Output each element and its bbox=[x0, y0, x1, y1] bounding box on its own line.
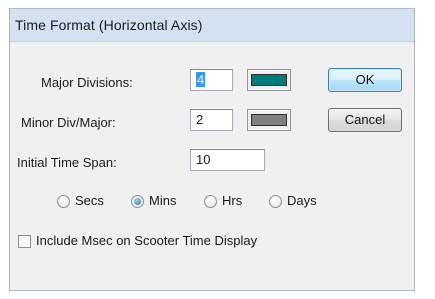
days-label[interactable]: Days bbox=[287, 193, 317, 208]
major-divisions-label: Major Divisions: bbox=[41, 75, 133, 90]
ok-button[interactable]: OK bbox=[328, 68, 402, 92]
time-format-dialog: Time Format (Horizontal Axis) Major Divi… bbox=[9, 8, 415, 291]
mins-label[interactable]: Mins bbox=[149, 193, 176, 208]
dialog-title-bar: Time Format (Horizontal Axis) bbox=[10, 9, 414, 42]
major-divisions-input[interactable]: 4 bbox=[190, 69, 233, 91]
mins-radio[interactable] bbox=[131, 195, 144, 208]
secs-label[interactable]: Secs bbox=[75, 193, 104, 208]
hrs-label[interactable]: Hrs bbox=[222, 193, 242, 208]
minor-div-major-color-swatch bbox=[251, 114, 287, 126]
minor-div-major-value: 2 bbox=[196, 112, 204, 127]
initial-time-span-label: Initial Time Span: bbox=[17, 155, 117, 170]
minor-div-major-label: Minor Div/Major: bbox=[21, 115, 116, 130]
minor-div-major-color-button[interactable] bbox=[247, 109, 291, 131]
minor-div-major-input[interactable]: 2 bbox=[190, 109, 233, 131]
initial-time-span-value: 10 bbox=[196, 152, 211, 167]
cancel-button[interactable]: Cancel bbox=[328, 108, 402, 132]
include-msec-checkbox[interactable] bbox=[18, 235, 31, 248]
days-radio[interactable] bbox=[269, 195, 282, 208]
major-divisions-value: 4 bbox=[196, 72, 206, 87]
major-divisions-color-button[interactable] bbox=[247, 69, 291, 91]
dialog-title: Time Format (Horizontal Axis) bbox=[15, 17, 203, 33]
secs-radio[interactable] bbox=[57, 195, 70, 208]
include-msec-label[interactable]: Include Msec on Scooter Time Display bbox=[36, 233, 257, 248]
major-divisions-color-swatch bbox=[251, 74, 287, 86]
initial-time-span-input[interactable]: 10 bbox=[190, 149, 265, 171]
hrs-radio[interactable] bbox=[204, 195, 217, 208]
